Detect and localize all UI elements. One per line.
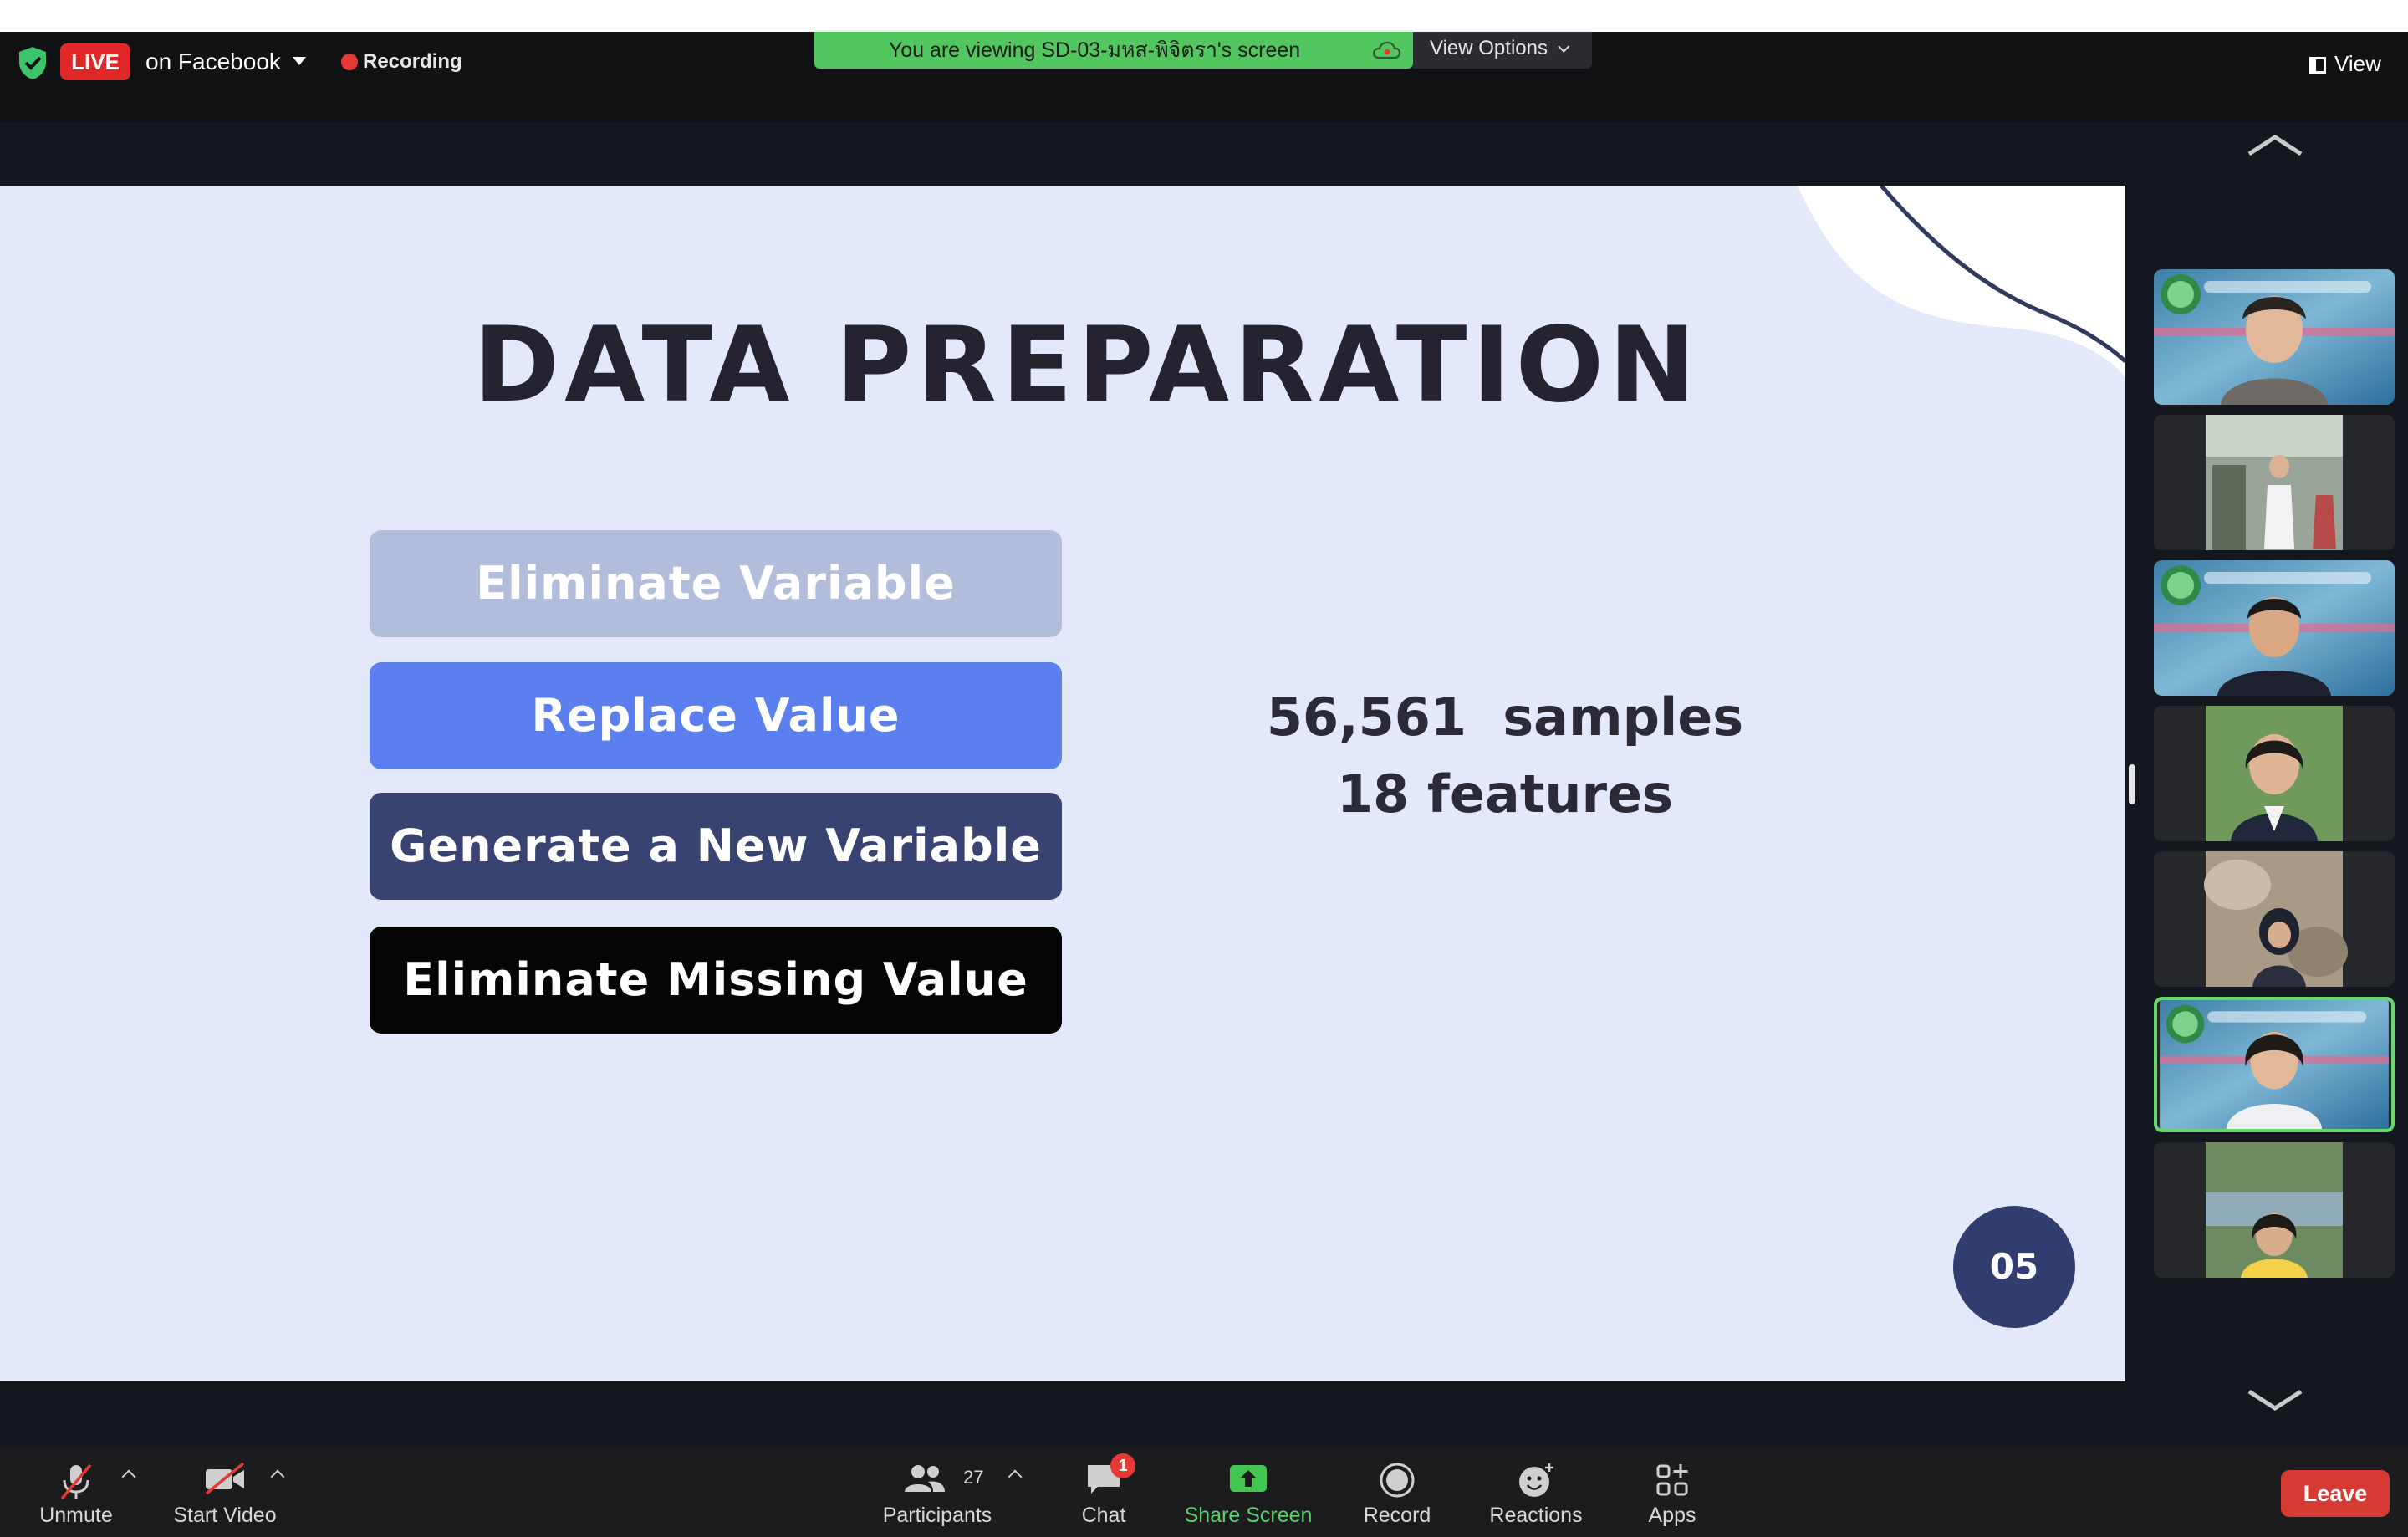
start-video-button[interactable]: Start Video [166, 1448, 284, 1537]
presentation-slide: DATA PREPARATION Eliminate Variable Repl… [0, 186, 2125, 1381]
view-button[interactable]: View [2309, 47, 2381, 80]
live-destination-label[interactable]: on Facebook [145, 45, 281, 79]
cloud-recording-icon [1372, 41, 1401, 59]
screen-share-banner: You are viewing SD-03-มหส-พิจิตรา's scre… [814, 32, 1413, 69]
step-eliminate-missing-value: Eliminate Missing Value [370, 927, 1062, 1034]
step-eliminate-variable: Eliminate Variable [370, 530, 1062, 637]
leave-button[interactable]: Leave [2281, 1470, 2390, 1517]
participant-video-thumbnail [2154, 415, 2395, 550]
participants-options-caret-icon[interactable] [1008, 1469, 1023, 1484]
participant-video-thumbnail [2154, 1142, 2395, 1278]
apps-icon [1656, 1464, 1688, 1496]
recording-label: Recording [363, 50, 462, 73]
features-count: 18 features [1336, 763, 1674, 825]
apps-button[interactable]: Apps [1630, 1448, 1714, 1537]
record-icon [1380, 1463, 1415, 1498]
gallery-resize-handle[interactable] [2129, 764, 2135, 804]
dataset-stats: 56,561 samples 18 features [1187, 679, 1823, 833]
participants-count: 27 [963, 1467, 984, 1488]
participant-tile[interactable] [2154, 560, 2395, 696]
participant-tile[interactable] [2154, 1142, 2395, 1278]
viewing-banner-text: You are viewing SD-03-มหส-พิจิตรา's scre… [888, 38, 1301, 62]
view-layout-icon [2309, 57, 2326, 74]
participants-button[interactable]: 27 Participants [875, 1448, 1000, 1537]
participant-video-thumbnail [2160, 1000, 2389, 1129]
step-generate-new-variable: Generate a New Variable [370, 793, 1062, 900]
reactions-button[interactable]: Reactions [1480, 1448, 1592, 1537]
participant-video-thumbnail [2154, 706, 2395, 841]
participant-tile[interactable] [2154, 415, 2395, 550]
microphone-muted-icon [60, 1463, 92, 1500]
record-button[interactable]: Record [1354, 1448, 1440, 1537]
video-camera-off-icon [205, 1462, 245, 1495]
view-options-dropdown[interactable]: View Options [1413, 32, 1592, 69]
live-badge[interactable]: LIVE [60, 43, 130, 80]
participant-tile[interactable] [2154, 706, 2395, 841]
gallery-scroll-down-icon[interactable] [2246, 1388, 2304, 1413]
encryption-shield-icon[interactable] [17, 45, 48, 80]
live-dropdown-caret-icon[interactable] [293, 57, 306, 65]
step-replace-value: Replace Value [370, 662, 1062, 769]
chevron-down-icon [1558, 40, 1570, 53]
participant-video-thumbnail [2154, 269, 2395, 405]
meeting-toolbar: Unmute Start Video 27 Participants Chat [0, 1448, 2408, 1537]
slide-title: DATA PREPARATION [473, 305, 1701, 426]
participants-icon [905, 1465, 945, 1492]
chat-unread-badge: 1 [1110, 1453, 1135, 1478]
slide-page-number: 05 [1953, 1206, 2075, 1328]
participant-tile[interactable] [2154, 269, 2395, 405]
participant-tile[interactable] [2154, 851, 2395, 987]
participant-tile-active-speaker[interactable] [2154, 997, 2395, 1132]
recording-dot-icon [341, 54, 358, 70]
window-top-edge [0, 0, 2408, 32]
reactions-smiley-icon [1519, 1463, 1553, 1497]
share-screen-icon [1230, 1465, 1267, 1492]
participant-video-thumbnail [2154, 560, 2395, 696]
share-screen-button[interactable]: Share Screen [1177, 1448, 1319, 1537]
samples-count: 56,561 samples [1266, 687, 1744, 748]
unmute-button[interactable]: Unmute [25, 1448, 127, 1537]
gallery-scroll-up-icon[interactable] [2246, 132, 2304, 157]
participant-video-thumbnail [2154, 851, 2395, 987]
